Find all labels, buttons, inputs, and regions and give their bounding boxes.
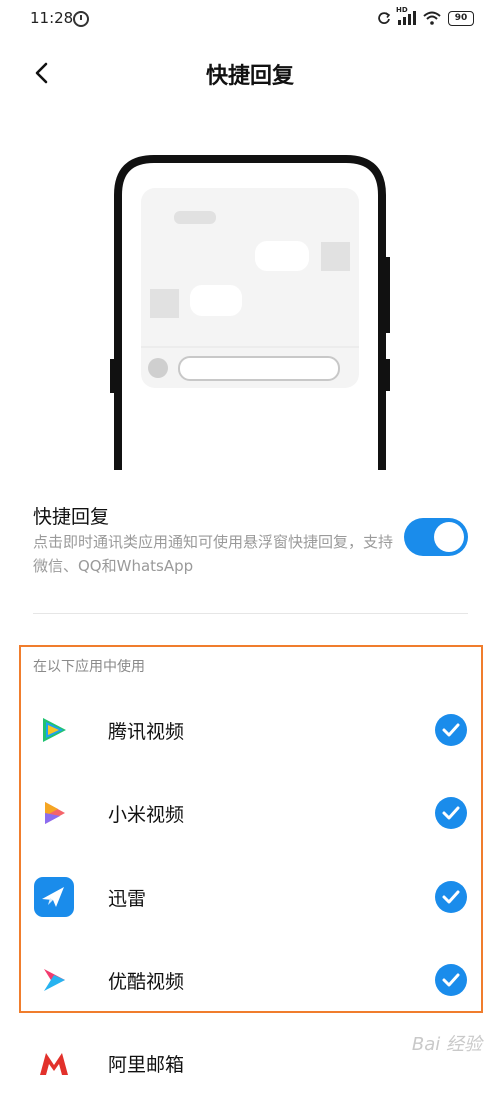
network-type-label: HD — [396, 6, 408, 14]
apps-section-label: 在以下应用中使用 — [33, 659, 145, 675]
app-name: 迅雷 — [108, 888, 147, 910]
app-item-xunlei[interactable]: 迅雷 — [0, 867, 500, 927]
quick-reply-toggle[interactable] — [404, 518, 468, 556]
watermark: Bai 经验 — [411, 1034, 482, 1055]
status-time: 11:28 — [30, 9, 74, 27]
ali-mail-icon — [34, 1043, 74, 1083]
battery-level: 90 — [454, 12, 468, 23]
feature-description: 点击即时通讯类应用通知可使用悬浮窗快捷回复，支持微信、QQ和WhatsApp — [33, 533, 394, 575]
rotate-icon — [378, 12, 391, 24]
mi-video-icon — [34, 793, 74, 833]
wifi-icon — [423, 11, 441, 25]
battery-icon: 90 — [448, 10, 474, 26]
signal-icon: HD — [396, 6, 416, 25]
divider — [33, 613, 468, 614]
checkmark-icon[interactable] — [435, 881, 467, 913]
app-item-mi-video[interactable]: 小米视频 — [0, 783, 500, 843]
app-name: 优酷视频 — [108, 971, 185, 993]
app-item-youku[interactable]: 优酷视频 — [0, 950, 500, 1010]
tencent-video-icon — [34, 710, 74, 750]
feature-title: 快捷回复 — [33, 506, 110, 528]
checkmark-icon[interactable] — [435, 964, 467, 996]
status-bar: 11:28 HD 90 — [0, 0, 500, 36]
phone-illustration — [108, 155, 392, 470]
checkmark-icon[interactable] — [435, 714, 467, 746]
alarm-clock-icon — [73, 11, 89, 27]
app-item-tencent-video[interactable]: 腾讯视频 — [0, 700, 500, 760]
app-name: 小米视频 — [108, 804, 185, 826]
xunlei-icon — [34, 877, 74, 917]
youku-icon — [34, 960, 74, 1000]
app-name: 腾讯视频 — [108, 721, 185, 743]
status-icons: HD 90 — [377, 6, 474, 28]
toggle-knob — [434, 522, 464, 552]
app-name: 阿里邮箱 — [108, 1054, 185, 1076]
page-title: 快捷回复 — [205, 64, 294, 89]
checkmark-icon[interactable] — [435, 797, 467, 829]
